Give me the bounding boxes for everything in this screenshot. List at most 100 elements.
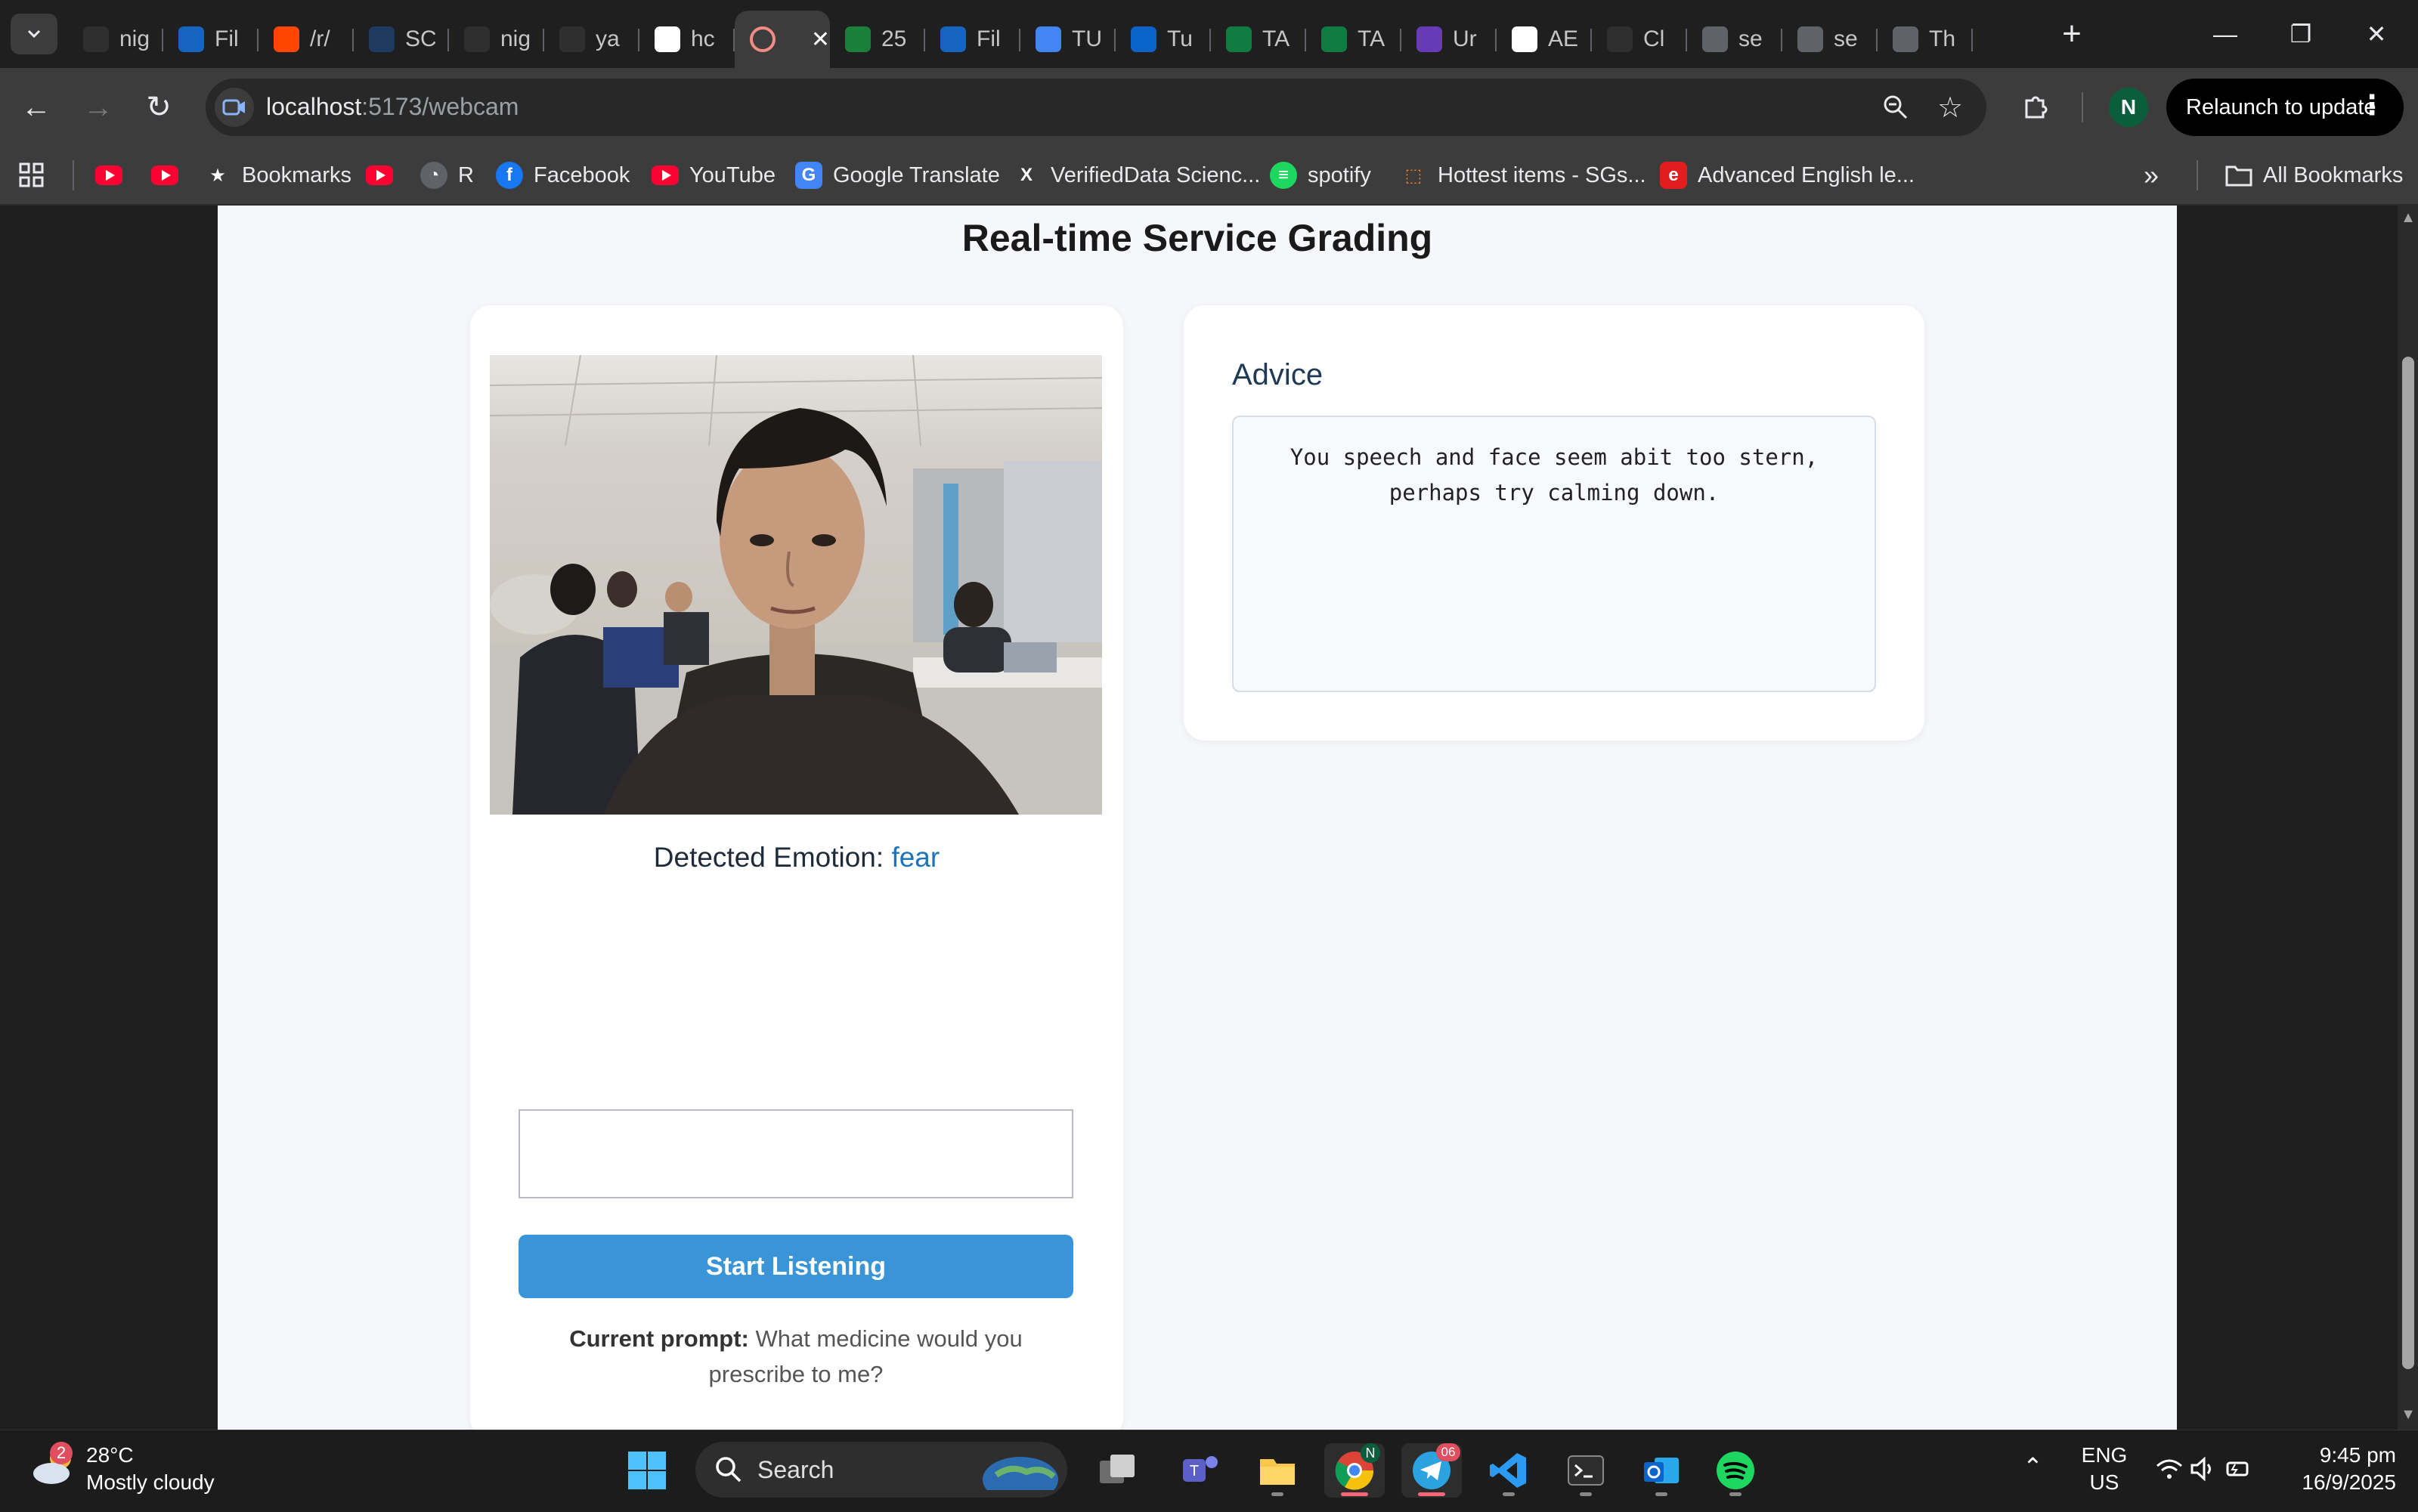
x-icon: X (1020, 165, 1033, 185)
browser-tab[interactable]: AE (1497, 11, 1592, 68)
emotion-value: fear (891, 842, 940, 873)
browser-tab[interactable]: se (1687, 11, 1782, 68)
emotion-label: Detected Emotion: (653, 842, 884, 873)
show-hidden-icons-button[interactable]: ⌃ (2023, 1452, 2043, 1481)
tab-title: Fil (215, 26, 239, 51)
bookmark-item[interactable]: ⬚ Hottest items - SGs... (1400, 147, 1646, 204)
browser-tab[interactable]: ✕ (735, 11, 830, 68)
scroll-up-arrow[interactable]: ▲ (2401, 210, 2416, 225)
clock[interactable]: 9:45 pm 16/9/2025 (2290, 1442, 2396, 1496)
reload-button[interactable]: ↻ (138, 86, 180, 128)
telegram-app[interactable]: 06 (1401, 1443, 1462, 1498)
bookmark-label: Advanced English le... (1698, 162, 1915, 187)
bookmark-label: spotify (1308, 162, 1371, 187)
weather-widget[interactable]: 2 (30, 1442, 79, 1494)
url-text[interactable]: localhost:5173/webcam (266, 91, 519, 122)
response-input[interactable] (519, 1109, 1073, 1198)
browser-tab[interactable]: TA (1211, 11, 1306, 68)
bookmark-item[interactable]: X VerifiedData Scienc... (1013, 147, 1260, 204)
system-status-button[interactable] (2154, 1454, 2252, 1488)
bookmark-label: R (458, 162, 474, 187)
browser-tab[interactable]: Fil (163, 11, 259, 68)
drive-icon (845, 26, 871, 52)
site-info-button[interactable] (215, 88, 254, 127)
temperature: 28°C (86, 1443, 134, 1467)
bookmark-item[interactable] (151, 147, 178, 204)
zoom-button[interactable] (1875, 86, 1917, 128)
vscode-app[interactable] (1478, 1443, 1539, 1498)
browser-tab[interactable]: Ur (1401, 11, 1497, 68)
browser-tab[interactable]: Cl (1592, 11, 1687, 68)
minimize-button[interactable]: — (2187, 11, 2263, 57)
task-view-icon (1100, 1455, 1135, 1483)
bookmark-item[interactable]: YouTube (652, 147, 776, 204)
spotify-app[interactable] (1705, 1443, 1766, 1498)
bookmark-item[interactable] (366, 147, 393, 204)
browser-tab[interactable]: Fil (925, 11, 1020, 68)
taskbar-search[interactable]: Search (695, 1442, 1067, 1498)
close-icon: ✕ (2366, 20, 2387, 48)
profile-avatar[interactable]: N (2109, 88, 2148, 127)
browser-tab[interactable]: ya (544, 11, 639, 68)
docs-icon (1036, 26, 1061, 52)
more-menu-icon[interactable]: ⋮ (2358, 89, 2385, 121)
file-explorer-app[interactable] (1247, 1443, 1308, 1498)
tab-title: Fil (977, 26, 1001, 51)
bookmark-item[interactable]: e Advanced English le... (1660, 147, 1915, 204)
browser-tab[interactable]: Th (1878, 11, 1973, 68)
bookmark-item[interactable]: ≡ spotify (1270, 147, 1371, 204)
outlook-app[interactable] (1631, 1443, 1692, 1498)
wifi-icon (2156, 1459, 2182, 1479)
teams-app[interactable]: T (1170, 1443, 1231, 1498)
scrollbar-thumb[interactable] (2402, 357, 2414, 1369)
task-view-button[interactable] (1087, 1443, 1147, 1498)
onedrive-icon (1131, 26, 1156, 52)
weather-badge: 2 (50, 1442, 73, 1464)
browser-tab[interactable]: se (1782, 11, 1878, 68)
language-indicator[interactable]: ENG US (2074, 1442, 2135, 1496)
bookmark-star-button[interactable]: ☆ (1929, 86, 1971, 128)
bookmark-item[interactable] (95, 147, 122, 204)
terminal-app[interactable] (1556, 1443, 1616, 1498)
scroll-down-arrow[interactable]: ▼ (2401, 1407, 2416, 1422)
apps-button[interactable] (18, 147, 45, 204)
tab-title: se (1834, 26, 1858, 51)
relaunch-button[interactable]: Relaunch to update ⋮ (2166, 79, 2404, 136)
new-tab-button[interactable]: + (2051, 14, 2092, 54)
bookmark-item[interactable]: ★ Bookmarks (204, 147, 351, 204)
bookmark-item[interactable]: f Facebook (496, 147, 630, 204)
tab-search-button[interactable] (11, 14, 57, 54)
browser-tab[interactable]: /r/ (259, 11, 354, 68)
restore-button[interactable]: ❐ (2263, 11, 2339, 57)
browser-tab[interactable]: 25 (830, 11, 925, 68)
bookmark-item[interactable]: ◔ R (420, 147, 474, 204)
all-bookmarks-button[interactable]: All Bookmarks (2225, 147, 2403, 204)
folder-icon (2225, 162, 2252, 189)
browser-tab[interactable]: nig (449, 11, 544, 68)
chrome-app[interactable]: N (1324, 1443, 1385, 1498)
tab-title: 25 (881, 26, 907, 51)
tab-list: nig Fil/r/SC nig ya hc ✕ 25 Fil TU Tu TA TA Ur AE Cl se… (68, 0, 1973, 68)
browser-tab[interactable]: TU (1020, 11, 1116, 68)
browser-tab[interactable]: nig (68, 11, 163, 68)
bookmark-item[interactable]: G Google Translate (795, 147, 1000, 204)
browser-tab[interactable]: TA (1306, 11, 1401, 68)
close-tab-icon[interactable]: ✕ (811, 26, 830, 53)
browser-tab[interactable]: hc (639, 11, 735, 68)
extensions-button[interactable] (2015, 86, 2057, 128)
browser-tab[interactable]: Tu (1116, 11, 1211, 68)
weather-text[interactable]: 28°C Mostly cloudy (86, 1442, 215, 1496)
back-button[interactable]: ← (15, 86, 57, 128)
close-window-button[interactable]: ✕ (2339, 11, 2414, 57)
globe-icon (1702, 26, 1728, 52)
forward-button[interactable]: → (77, 86, 119, 128)
start-listening-button[interactable]: Start Listening (519, 1235, 1073, 1298)
bookmarks-divider (73, 160, 74, 190)
start-button[interactable] (617, 1443, 677, 1498)
translate-icon: G (795, 162, 822, 189)
more-bookmarks-button[interactable]: » (2144, 147, 2159, 204)
tab-title: Tu (1167, 26, 1193, 51)
browser-tab[interactable]: SC (354, 11, 449, 68)
camera-icon (222, 99, 245, 116)
file-icon (178, 26, 204, 52)
